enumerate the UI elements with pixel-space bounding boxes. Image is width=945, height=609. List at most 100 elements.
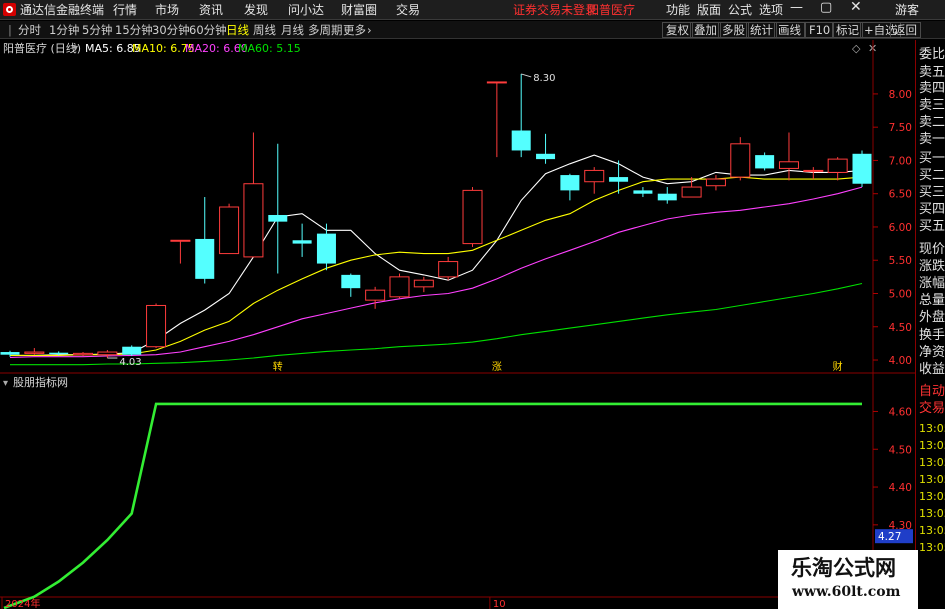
trade-time: 13:05 — [919, 456, 945, 469]
menu-formula[interactable]: 公式 — [728, 3, 752, 17]
menu-wealth[interactable]: 财富圈 — [341, 3, 377, 17]
candle-body — [219, 206, 240, 255]
price-tick-label: 6.00 — [889, 222, 912, 234]
periodbar-handle-icon: | — [8, 23, 12, 37]
candle-body — [438, 261, 459, 278]
app-window: 通达信金融终端 行情 市场 资讯 发现 问小达 财富圈 交易 证券交易未登录 阳… — [0, 0, 945, 609]
ma-line-ma10 — [10, 176, 863, 356]
candle-body — [536, 153, 556, 160]
trade-time: 13:05 — [919, 473, 945, 486]
panel-label-buy2: 买二 — [919, 168, 945, 183]
period-intraday[interactable]: 分时 — [18, 23, 41, 37]
date-label: 2024年 — [5, 597, 40, 609]
menu-discover[interactable]: 发现 — [244, 3, 268, 17]
panel-label-turnover: 换手 — [919, 328, 945, 343]
panel-label-buy5: 买五 — [919, 219, 945, 234]
price-annotation-pointer — [521, 73, 532, 78]
draw-line-button[interactable]: 画线 — [774, 22, 805, 38]
back-button[interactable]: 返回 — [890, 22, 921, 38]
current-stock-name: 阳普医疗 — [587, 3, 636, 17]
period-60min[interactable]: 60分钟 — [189, 23, 227, 37]
user-label[interactable]: 游客 — [895, 3, 919, 17]
panel-label-sell2: 卖二 — [919, 115, 945, 130]
candle-body — [462, 189, 483, 245]
event-marker: 财 — [833, 360, 843, 373]
candle-body — [486, 81, 507, 84]
candle-body — [657, 193, 677, 201]
candle-body — [730, 143, 751, 178]
candle-body — [852, 153, 872, 184]
close-icon[interactable]: ✕ — [850, 0, 862, 14]
mark-button[interactable]: 标记 — [832, 22, 863, 38]
menu-market-quotes[interactable]: 行情 — [113, 3, 137, 17]
candle-body — [755, 155, 775, 169]
app-logo-icon — [3, 3, 16, 16]
event-marker: 涨 — [492, 361, 502, 373]
period-daily[interactable]: 日线 — [226, 23, 249, 37]
f10-button[interactable]: F10 — [805, 22, 835, 38]
adjust-button[interactable]: 复权 — [662, 22, 693, 38]
menu-layout[interactable]: 版面 — [697, 3, 721, 17]
login-notice[interactable]: 证券交易未登录 — [513, 3, 597, 17]
price-tick-label: 4.50 — [889, 322, 912, 334]
candle-body — [827, 158, 848, 173]
candle-body — [97, 351, 118, 356]
period-5min[interactable]: 5分钟 — [82, 23, 112, 37]
indicator-title: 股朋指标网 — [13, 375, 68, 389]
multi-stock-button[interactable]: 多股 — [718, 22, 749, 38]
period-30min[interactable]: 30分钟 — [152, 23, 190, 37]
menu-news[interactable]: 资讯 — [199, 3, 223, 17]
panel-label-auto[interactable]: 自动 — [919, 385, 945, 399]
panel-label-trade[interactable]: 交易 — [919, 402, 945, 416]
panel-label-net-assets: 净资 — [919, 345, 945, 360]
candle-body — [803, 169, 824, 172]
trade-time: 13:05 — [919, 422, 945, 435]
menu-market[interactable]: 市场 — [155, 3, 179, 17]
trade-time: 13:05 — [919, 507, 945, 520]
statistics-button[interactable]: 统计 — [746, 22, 777, 38]
candle-body — [778, 161, 799, 169]
price-tick-label: 5.50 — [889, 255, 912, 267]
panel-label-buy4: 买四 — [919, 202, 945, 217]
menu-trade[interactable]: 交易 — [396, 3, 420, 17]
period-more[interactable]: 更多 — [343, 23, 366, 37]
candle-body — [633, 190, 653, 194]
period-15min[interactable]: 15分钟 — [115, 23, 153, 37]
candle-body — [609, 177, 629, 182]
date-label: 10 — [493, 599, 506, 609]
menu-options[interactable]: 选项 — [759, 3, 783, 17]
panel-label-outer: 外盘 — [919, 310, 945, 325]
candle-body — [316, 233, 336, 264]
price-tick-label: 7.50 — [889, 122, 912, 134]
period-monthly[interactable]: 月线 — [281, 23, 304, 37]
chart-area[interactable]: 8.00 7.50 7.00 6.50 6.00 5.50 5.00 4.50 4.00 8.30… — [0, 40, 915, 609]
candle-body — [560, 175, 580, 191]
candle-body — [584, 169, 605, 183]
candle-body — [389, 276, 410, 298]
candle-body — [170, 239, 191, 242]
candle-body — [243, 183, 264, 258]
candle-body — [681, 186, 702, 198]
watermark-url: www.60lt.com — [792, 584, 901, 600]
trade-time: 13:05 — [919, 524, 945, 537]
overlay-button[interactable]: 叠加 — [690, 22, 721, 38]
current-value-label: 4.27 — [878, 531, 901, 543]
period-multi[interactable]: 多周期 — [308, 23, 343, 37]
menu-functions[interactable]: 功能 — [666, 3, 690, 17]
panel-label-change: 涨跌 — [919, 259, 945, 274]
period-weekly[interactable]: 周线 — [253, 23, 276, 37]
panel-label-sell4: 卖四 — [919, 81, 945, 96]
watermark-title: 乐淘公式网 — [791, 556, 896, 580]
minimize-icon[interactable]: — — [790, 1, 803, 15]
candle-body — [705, 178, 726, 187]
candle-body — [268, 214, 288, 222]
menu-ask[interactable]: 问小达 — [288, 3, 324, 17]
event-marker: 转 — [273, 360, 283, 373]
indicator-line — [3, 402, 862, 609]
period-1min[interactable]: 1分钟 — [49, 23, 79, 37]
panel-label-price: 现价 — [919, 242, 945, 257]
title-bar: 通达信金融终端 行情 市场 资讯 发现 问小达 财富圈 交易 证券交易未登录 阳… — [0, 0, 945, 20]
more-chevron-icon[interactable]: › — [367, 23, 372, 37]
restore-icon[interactable]: ▢ — [820, 1, 832, 15]
panel-label-sell3: 卖三 — [919, 98, 945, 113]
